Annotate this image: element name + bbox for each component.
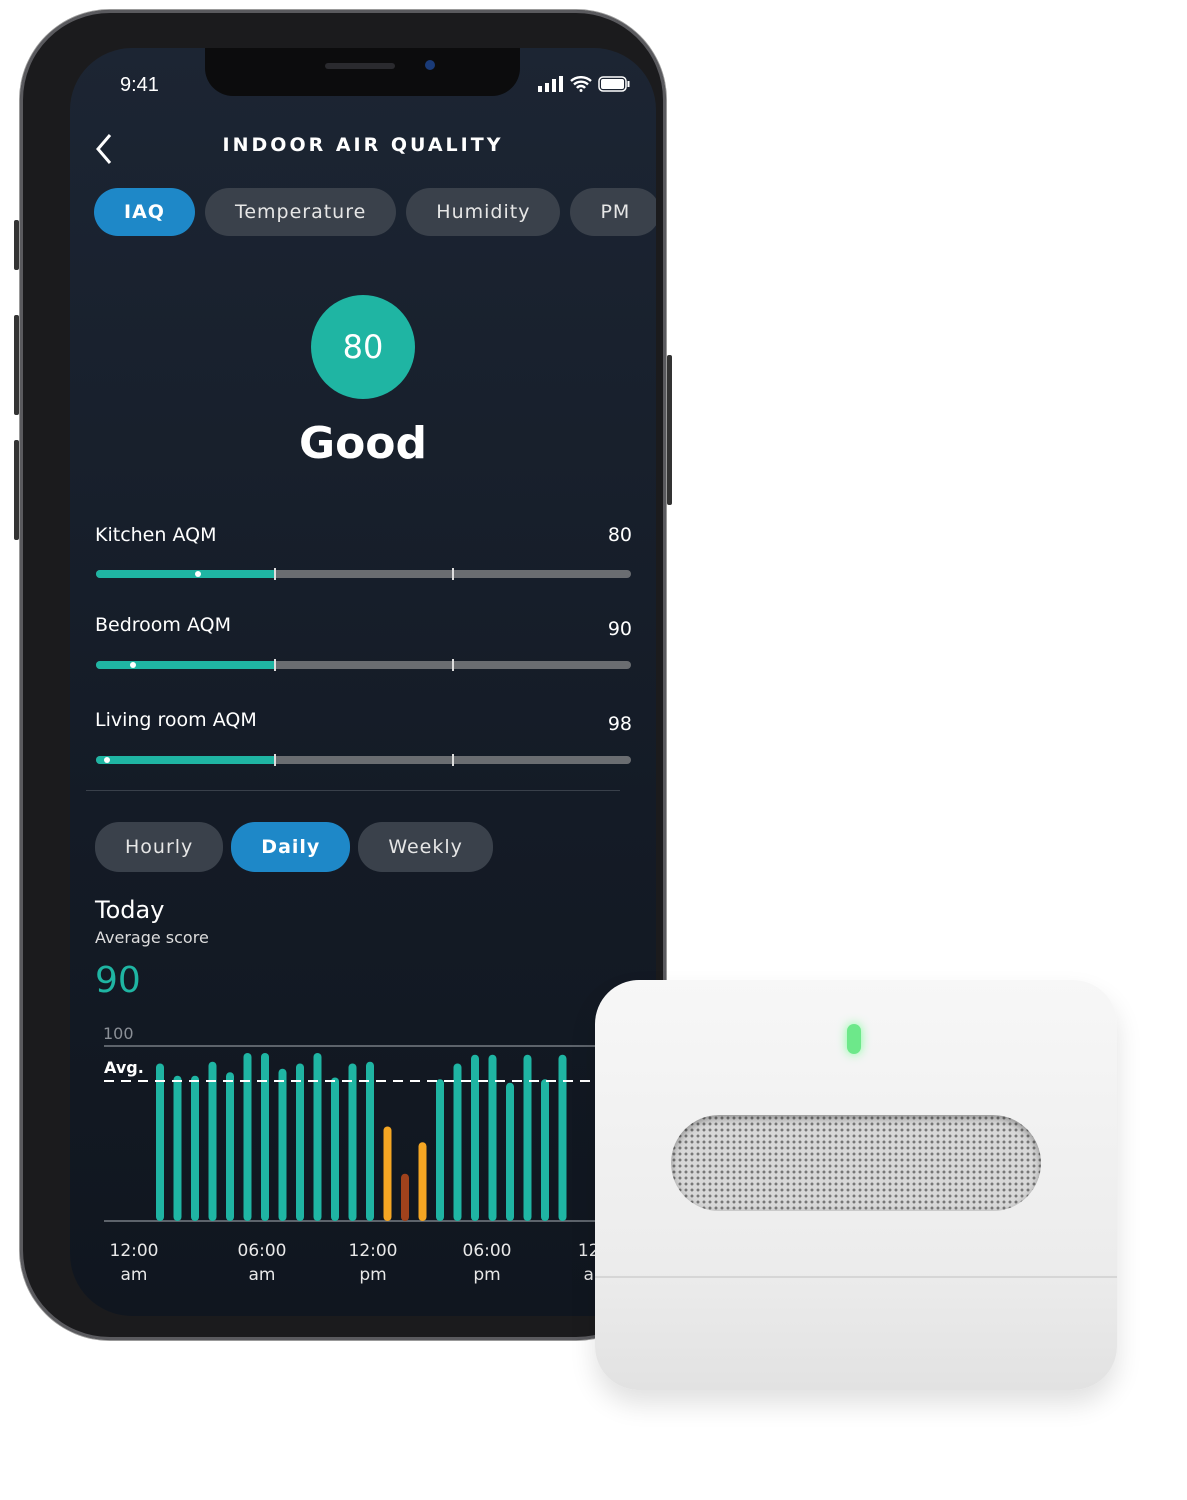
metric-tabs: IAQ Temperature Humidity PM <box>94 188 656 236</box>
bar-tick <box>274 568 277 580</box>
x-tick-label: am <box>249 1265 276 1285</box>
range-daily[interactable]: Daily <box>231 822 351 872</box>
score-rating: Good <box>298 418 428 469</box>
bar-tick <box>274 754 277 766</box>
bar-fill <box>96 661 275 669</box>
range-weekly[interactable]: Weekly <box>358 822 493 872</box>
range-hourly[interactable]: Hourly <box>95 822 224 872</box>
summary-label: Average score <box>95 928 209 947</box>
daily-iaq-chart: 100 Avg. 12:00am06:00am12:00pm06:00pm12:… <box>103 1024 656 1285</box>
status-time: 9:41 <box>120 74 159 96</box>
bar-tick <box>452 659 455 671</box>
tab-humidity[interactable]: Humidity <box>406 188 561 236</box>
volume-up-button <box>14 315 19 415</box>
summary-value: 90 <box>95 960 141 1001</box>
room-value-bedroom: 90 <box>607 618 632 640</box>
room-value-living-room: 98 <box>607 713 632 735</box>
room-marker <box>194 571 201 577</box>
status-icons <box>538 76 630 92</box>
room-name-kitchen: Kitchen AQM <box>95 524 217 546</box>
x-tick-label: am <box>121 1265 148 1285</box>
power-button <box>667 355 672 505</box>
x-tick-label: pm <box>473 1265 500 1285</box>
battery-icon <box>598 76 630 92</box>
room-name-living-room: Living room AQM <box>95 709 257 731</box>
page-title: INDOOR AIR QUALITY <box>222 134 504 156</box>
signal-icon <box>538 76 563 92</box>
status-led-icon <box>847 1024 861 1054</box>
range-toggle: Hourly Daily Weekly <box>95 822 493 872</box>
room-bar-bedroom <box>96 659 631 671</box>
x-tick-label: 12:00 <box>349 1241 398 1261</box>
x-tick-label: 12:00 <box>110 1241 159 1261</box>
x-tick-label: 06:00 <box>463 1241 512 1261</box>
bar-tick <box>452 568 455 580</box>
bar-tick <box>274 659 277 671</box>
app-screen: 9:41 INDOOR AIR QUALITY IAQ Temperature … <box>70 48 656 1316</box>
room-bar-kitchen <box>96 568 631 580</box>
mute-switch <box>14 220 19 270</box>
average-label: Avg. <box>104 1058 144 1077</box>
volume-down-button <box>14 440 19 540</box>
bar-fill <box>96 756 275 764</box>
notch <box>205 48 520 96</box>
device-seam <box>595 1276 1117 1278</box>
summary-period: Today <box>95 896 165 924</box>
divider <box>86 790 620 791</box>
x-tick-label: 06:00 <box>238 1241 287 1261</box>
speaker-grille <box>671 1115 1041 1211</box>
room-value-kitchen: 80 <box>607 524 632 546</box>
phone-frame: 9:41 INDOOR AIR QUALITY IAQ Temperature … <box>14 10 672 1340</box>
x-tick-label: pm <box>359 1265 386 1285</box>
tab-iaq[interactable]: IAQ <box>94 188 195 236</box>
bar-tick <box>452 754 455 766</box>
room-bar-living-room <box>96 754 631 766</box>
bar-fill <box>96 570 275 578</box>
tab-pm[interactable]: PM <box>570 188 656 236</box>
y-tick-100: 100 <box>103 1024 134 1043</box>
tab-temperature[interactable]: Temperature <box>204 188 397 236</box>
score-badge: 80 <box>311 295 415 399</box>
room-name-bedroom: Bedroom AQM <box>95 614 231 636</box>
air-quality-monitor-device <box>595 980 1117 1390</box>
wifi-icon <box>570 76 592 92</box>
room-marker <box>103 757 110 763</box>
